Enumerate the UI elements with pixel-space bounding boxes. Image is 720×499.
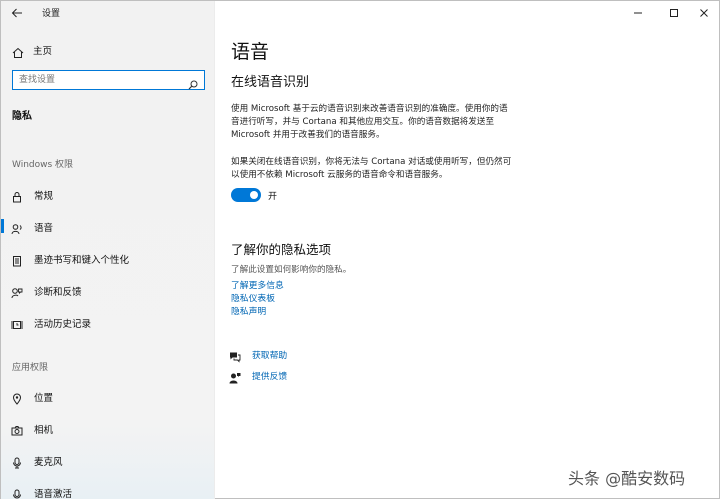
description-line: 如果关闭在线语音识别，你将无法与 Cortana 对话或使用听写，但仍然可 xyxy=(231,157,512,167)
clipboard-icon xyxy=(11,252,23,267)
close-button[interactable] xyxy=(687,1,720,23)
maximize-button[interactable] xyxy=(657,1,691,23)
feedback-icon xyxy=(11,284,23,299)
toggle-state-label: 开 xyxy=(268,192,278,202)
sidebar-home-label: 主页 xyxy=(33,46,53,57)
privacy-statement-link[interactable]: 隐私声明 xyxy=(231,304,266,317)
lock-icon xyxy=(11,188,23,203)
search-input[interactable] xyxy=(13,71,183,89)
close-icon xyxy=(699,3,709,22)
sidebar-item-location[interactable]: 位置 xyxy=(1,384,215,408)
minimize-icon xyxy=(633,3,643,22)
get-help-link[interactable]: 获取帮助 xyxy=(252,348,287,361)
description-paragraph: 使用 Microsoft 基于云的语音识别来改善语音识别的准确度。使用你的语 音… xyxy=(231,103,531,142)
window-title: 设置 xyxy=(42,9,61,19)
sidebar-item-label: 语音激活 xyxy=(34,489,73,499)
app-permissions-header: 应用权限 xyxy=(12,363,49,373)
history-icon xyxy=(11,316,23,329)
description-line: Microsoft 并用于改善我们的语音服务。 xyxy=(231,130,385,140)
maximize-icon xyxy=(669,3,679,22)
sidebar-item-label: 位置 xyxy=(34,393,54,404)
sidebar-item-diagnostics[interactable]: 诊断和反馈 xyxy=(1,278,215,302)
camera-icon xyxy=(11,422,23,436)
sidebar-item-label: 诊断和反馈 xyxy=(34,287,82,298)
sidebar-item-label: 语音 xyxy=(34,223,54,234)
section-title: 在线语音识别 xyxy=(231,75,310,90)
title-bar: 设置 xyxy=(1,1,720,25)
microphone-icon xyxy=(11,454,23,469)
feedback-person-icon xyxy=(229,369,241,384)
sidebar-item-label: 相机 xyxy=(34,425,54,436)
category-title: 隐私 xyxy=(12,111,32,122)
sidebar-item-activity-history[interactable]: 活动历史记录 xyxy=(1,310,215,334)
sidebar-item-speech[interactable]: 语音 xyxy=(1,214,215,238)
voice-activation-icon xyxy=(11,486,23,499)
sidebar-item-microphone[interactable]: 麦克风 xyxy=(1,448,215,472)
home-icon xyxy=(12,44,24,58)
active-indicator xyxy=(1,219,4,233)
privacy-dashboard-link[interactable]: 隐私仪表板 xyxy=(231,291,275,304)
privacy-options-description: 了解此设置如何影响你的隐私。 xyxy=(231,265,352,275)
give-feedback-link[interactable]: 提供反馈 xyxy=(252,369,287,382)
sidebar-item-label: 墨迹书写和键入个性化 xyxy=(34,255,130,266)
description-line: 音进行听写，并与 Cortana 和其他应用交互。你的语音数据将发送至 xyxy=(231,117,495,127)
sidebar-item-voice-activation[interactable]: 语音激活 xyxy=(1,480,215,499)
sidebar-item-general[interactable]: 常规 xyxy=(1,182,215,206)
online-speech-toggle[interactable] xyxy=(231,188,261,202)
sidebar-item-inking-typing[interactable]: 墨迹书写和键入个性化 xyxy=(1,246,215,270)
sidebar-item-label: 麦克风 xyxy=(34,457,63,468)
back-arrow-icon xyxy=(11,4,23,23)
chat-help-icon xyxy=(229,348,241,363)
speech-icon xyxy=(11,220,23,235)
page-title: 语音 xyxy=(231,41,270,63)
offline-note-paragraph: 如果关闭在线语音识别，你将无法与 Cortana 对话或使用听写，但仍然可 以使… xyxy=(231,156,531,182)
windows-permissions-header: Windows 权限 xyxy=(12,160,74,170)
settings-window: 主页 隐私 Windows 权限 常规 语音 xyxy=(0,0,720,499)
search-box[interactable] xyxy=(12,70,205,90)
minimize-button[interactable] xyxy=(621,1,655,23)
sidebar-item-label: 活动历史记录 xyxy=(34,319,92,330)
learn-more-link[interactable]: 了解更多信息 xyxy=(231,278,284,291)
watermark: 头条 @酷安数码 xyxy=(568,469,686,488)
back-button[interactable] xyxy=(5,2,29,24)
location-icon xyxy=(11,390,23,405)
sidebar: 主页 隐私 Windows 权限 常规 语音 xyxy=(1,1,215,499)
description-line: 以使用不依赖 Microsoft 云服务的语音命令和语音服务。 xyxy=(231,170,448,180)
sidebar-item-camera[interactable]: 相机 xyxy=(1,416,215,440)
sidebar-item-home[interactable]: 主页 xyxy=(1,39,215,61)
privacy-options-title: 了解你的隐私选项 xyxy=(231,242,332,257)
description-line: 使用 Microsoft 基于云的语音识别来改善语音识别的准确度。使用你的语 xyxy=(231,104,508,114)
sidebar-item-label: 常规 xyxy=(34,191,54,202)
search-icon[interactable] xyxy=(188,75,198,90)
toggle-knob xyxy=(250,191,258,199)
